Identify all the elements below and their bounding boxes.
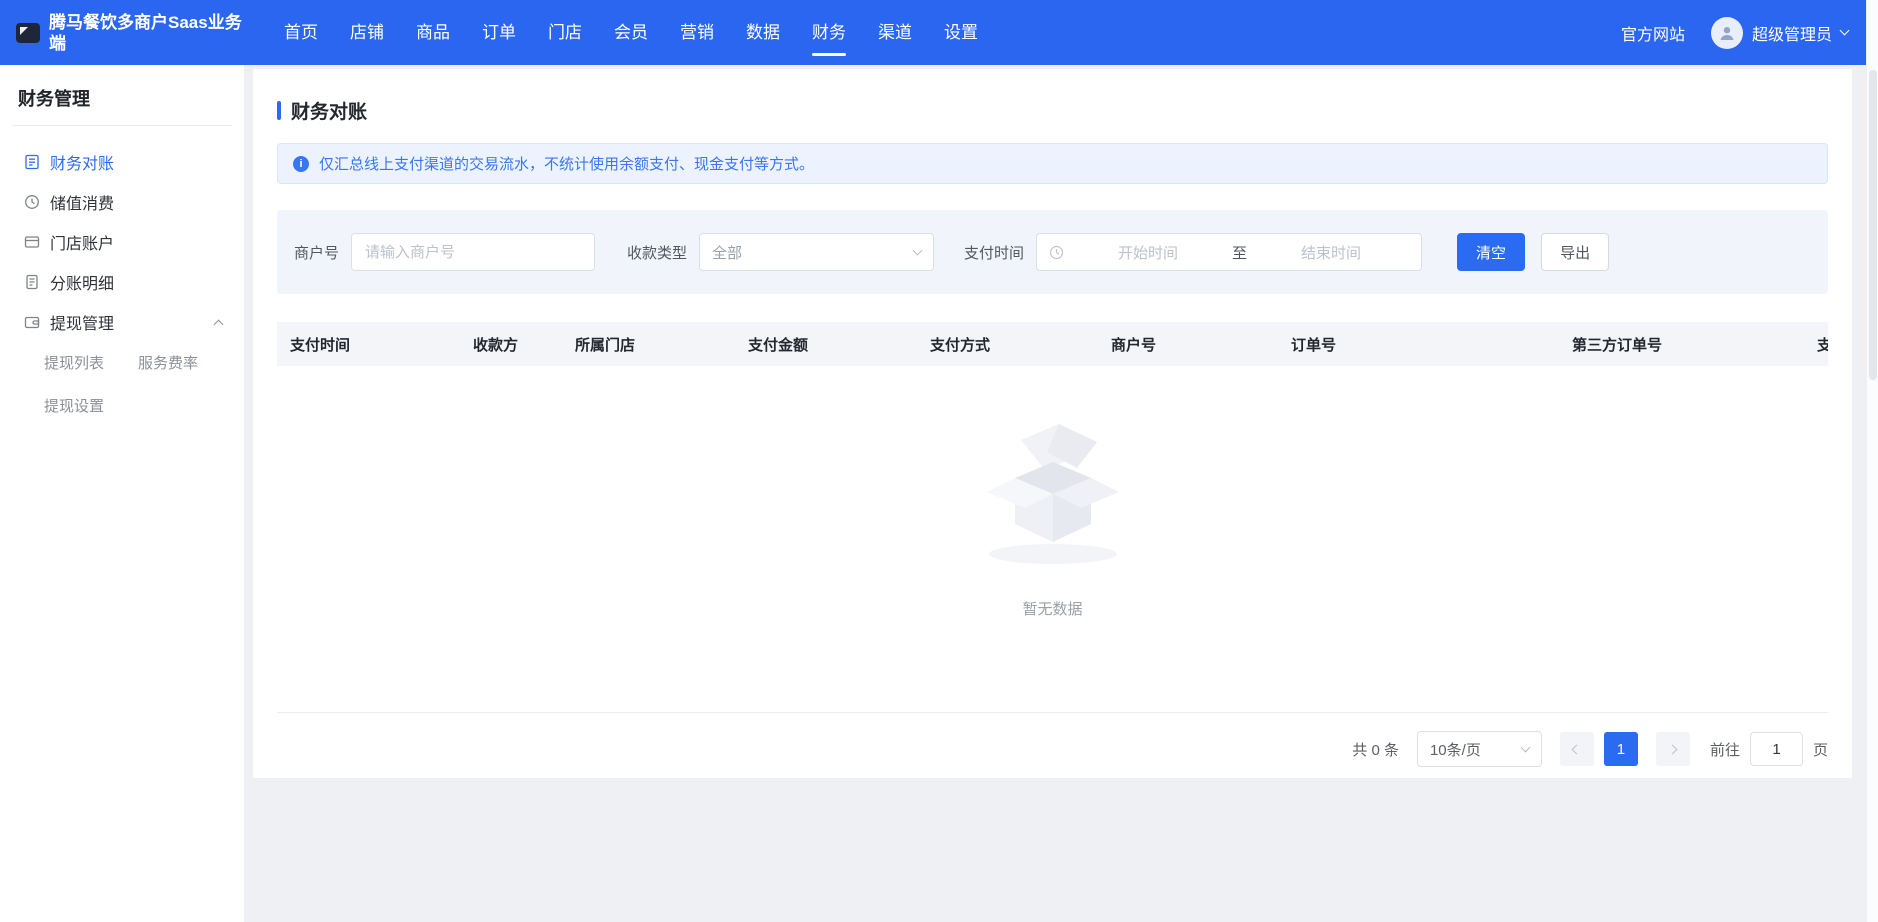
filter-bar: 商户号 收款类型 全部 支付时间 开始时间 至 结束时间 清空 导出: [277, 210, 1828, 294]
sidebar-item-label: 储值消费: [50, 190, 114, 214]
top-nav: 首页 店铺 商品 订单 门店 会员 营销 数据 财务 渠道 设置: [268, 0, 994, 65]
column-header-third-party-order-no: 第三方订单号: [1572, 334, 1817, 355]
page-size-select[interactable]: 10条/页: [1417, 731, 1542, 767]
column-header-payee: 收款方: [473, 334, 575, 355]
topbar-right: 官方网站 超级管理员: [1621, 17, 1878, 49]
sidebar-item-label: 门店账户: [50, 230, 114, 254]
payment-type-select[interactable]: 全部: [699, 233, 934, 271]
empty-state: 暂无数据: [277, 366, 1828, 713]
column-header-order-no: 订单号: [1291, 334, 1572, 355]
reconciliation-card: 财务对账 仅汇总线上支付渠道的交易流水，不统计使用余额支付、现金支付等方式。 商…: [253, 69, 1852, 778]
nav-item-stores[interactable]: 门店: [532, 0, 598, 65]
sidebar-item-label: 财务对账: [50, 150, 114, 174]
prev-page-button[interactable]: [1560, 732, 1594, 766]
clock-icon: [1049, 245, 1064, 260]
chevron-left-icon: [1572, 744, 1582, 754]
chevron-down-icon: [1521, 742, 1531, 752]
nav-item-goods[interactable]: 商品: [400, 0, 466, 65]
avatar: [1711, 17, 1743, 49]
sidebar-subitem-service-rate[interactable]: 服务费率: [138, 352, 244, 373]
nav-item-shop[interactable]: 店铺: [334, 0, 400, 65]
app-logo[interactable]: 腾马餐饮多商户Saas业务端: [0, 12, 244, 54]
sidebar-item-label: 分账明细: [50, 270, 114, 294]
withdraw-submenu: 提现列表 服务费率 提现设置: [0, 342, 244, 416]
page-size-value: 10条/页: [1430, 739, 1481, 760]
date-range-picker[interactable]: 开始时间 至 结束时间: [1036, 233, 1422, 271]
nav-item-channel[interactable]: 渠道: [862, 0, 928, 65]
user-menu[interactable]: 超级管理员: [1711, 17, 1848, 49]
empty-text: 暂无数据: [1022, 598, 1082, 619]
column-header-store: 所属门店: [575, 334, 748, 355]
chevron-right-icon: [1668, 744, 1678, 754]
nav-item-home[interactable]: 首页: [268, 0, 334, 65]
nav-item-orders[interactable]: 订单: [466, 0, 532, 65]
sidebar-item-reconciliation[interactable]: 财务对账: [0, 142, 244, 182]
nav-item-finance[interactable]: 财务: [796, 0, 862, 65]
logo-icon: [16, 23, 40, 43]
sidebar-item-stored-value[interactable]: 储值消费: [0, 182, 244, 222]
clear-button[interactable]: 清空: [1457, 233, 1525, 271]
chevron-up-icon: [214, 320, 224, 330]
pay-time-label: 支付时间: [964, 242, 1024, 263]
sidebar-menu: 财务对账 储值消费 门店账户 分账明细: [0, 126, 244, 416]
sidebar-item-split-detail[interactable]: 分账明细: [0, 262, 244, 302]
next-page-button[interactable]: [1656, 732, 1690, 766]
scrollbar-thumb[interactable]: [1869, 70, 1877, 380]
start-time-input[interactable]: 开始时间: [1070, 242, 1226, 263]
column-header-pay-status: 支付: [1817, 334, 1828, 355]
end-time-input[interactable]: 结束时间: [1253, 242, 1409, 263]
app-title: 腾马餐饮多商户Saas业务端: [49, 12, 244, 54]
nav-item-data[interactable]: 数据: [730, 0, 796, 65]
merchant-label: 商户号: [294, 242, 339, 263]
sidebar-subitem-withdraw-settings[interactable]: 提现设置: [44, 395, 138, 416]
nav-item-settings[interactable]: 设置: [928, 0, 994, 65]
page-scrollbar[interactable]: [1866, 0, 1878, 922]
title-accent-bar: [277, 101, 281, 120]
total-count: 共 0 条: [1352, 739, 1399, 760]
wallet-icon: [24, 314, 40, 330]
info-alert: 仅汇总线上支付渠道的交易流水，不统计使用余额支付、现金支付等方式。: [277, 143, 1828, 184]
page-title: 财务对账: [291, 97, 367, 124]
info-icon: [293, 156, 309, 172]
chevron-down-icon: [1840, 26, 1850, 36]
goto-label: 前往: [1710, 739, 1740, 760]
merchant-input[interactable]: [351, 233, 595, 271]
range-separator: 至: [1232, 242, 1247, 263]
sidebar-subitem-withdraw-list[interactable]: 提现列表: [44, 352, 138, 373]
page-number-1[interactable]: 1: [1604, 732, 1638, 766]
topbar: 腾马餐饮多商户Saas业务端 首页 店铺 商品 订单 门店 会员 营销 数据 财…: [0, 0, 1878, 65]
sidebar-title: 财务管理: [12, 65, 232, 126]
payment-type-label: 收款类型: [627, 242, 687, 263]
page-unit-label: 页: [1813, 739, 1828, 760]
page-title-row: 财务对账: [277, 97, 1828, 124]
empty-box-illustration: [963, 416, 1143, 574]
user-name: 超级管理员: [1752, 21, 1832, 45]
table-header: 支付时间 收款方 所属门店 支付金额 支付方式 商户号 订单号 第三方订单号 支…: [277, 322, 1828, 366]
split-detail-icon: [24, 274, 40, 290]
sidebar-item-withdraw-management[interactable]: 提现管理: [0, 302, 244, 342]
alert-text: 仅汇总线上支付渠道的交易流水，不统计使用余额支付、现金支付等方式。: [319, 153, 814, 174]
payment-type-value: 全部: [712, 242, 742, 263]
page-body: 财务管理 财务对账 储值消费 门店账户: [0, 65, 1878, 922]
main-area: 财务对账 仅汇总线上支付渠道的交易流水，不统计使用余额支付、现金支付等方式。 商…: [244, 65, 1878, 922]
goto-page-input[interactable]: [1750, 732, 1803, 766]
stored-value-icon: [24, 194, 40, 210]
sidebar: 财务管理 财务对账 储值消费 门店账户: [0, 65, 244, 922]
column-header-pay-time: 支付时间: [290, 334, 473, 355]
nav-item-members[interactable]: 会员: [598, 0, 664, 65]
column-header-merchant-no: 商户号: [1111, 334, 1291, 355]
reconciliation-icon: [24, 154, 40, 170]
chevron-down-icon: [913, 245, 923, 255]
export-button[interactable]: 导出: [1541, 233, 1609, 271]
column-header-pay-method: 支付方式: [930, 334, 1111, 355]
column-header-amount: 支付金额: [748, 334, 930, 355]
sidebar-item-store-account[interactable]: 门店账户: [0, 222, 244, 262]
store-account-icon: [24, 234, 40, 250]
user-icon: [1718, 24, 1736, 42]
sidebar-item-label: 提现管理: [50, 310, 114, 334]
official-website-link[interactable]: 官方网站: [1621, 21, 1685, 45]
pagination: 共 0 条 10条/页 1 前往 页: [277, 731, 1828, 767]
nav-item-marketing[interactable]: 营销: [664, 0, 730, 65]
